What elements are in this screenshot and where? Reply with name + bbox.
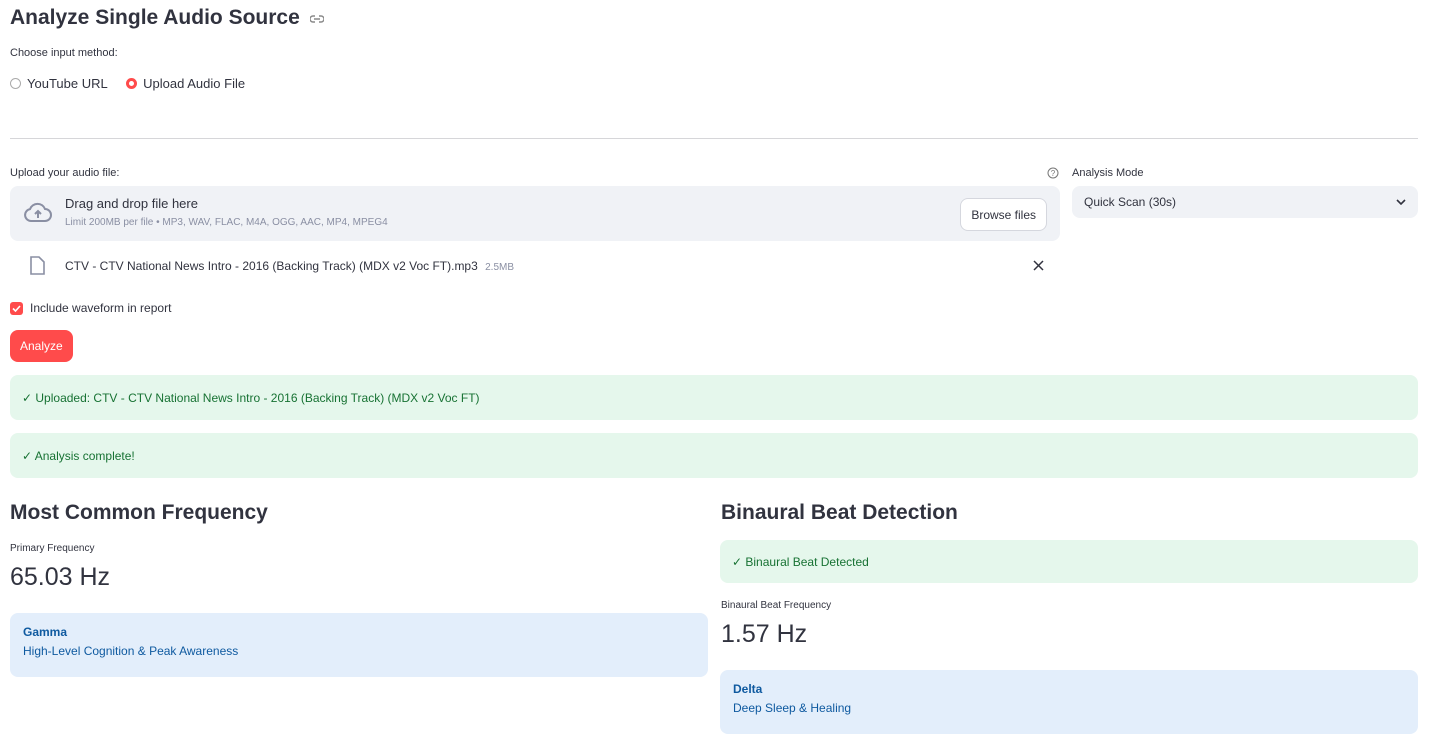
analysis-complete-alert: ✓ Analysis complete! bbox=[10, 433, 1418, 478]
include-waveform-checkbox[interactable]: Include waveform in report bbox=[10, 301, 171, 315]
primary-frequency-value: 65.03 Hz bbox=[10, 563, 111, 591]
file-icon bbox=[30, 256, 45, 275]
upload-limit-text: Limit 200MB per file • MP3, WAV, FLAC, M… bbox=[65, 217, 388, 228]
link-icon[interactable] bbox=[309, 14, 325, 24]
radio-circle bbox=[10, 78, 21, 89]
checkbox-label: Include waveform in report bbox=[30, 301, 172, 315]
binaural-frequency-value: 1.57 Hz bbox=[721, 620, 808, 648]
radio-label: YouTube URL bbox=[27, 76, 108, 91]
radio-label: Upload Audio File bbox=[143, 76, 246, 91]
radio-upload-audio-file[interactable]: Upload Audio File bbox=[126, 76, 245, 91]
binaural-band-info: Delta Deep Sleep & Healing bbox=[720, 670, 1418, 734]
band-description: High-Level Cognition & Peak Awareness bbox=[23, 644, 239, 658]
checkbox-checked-icon bbox=[10, 301, 23, 315]
analysis-mode-label: Analysis Mode bbox=[1072, 167, 1144, 179]
chevron-down-icon bbox=[1396, 199, 1406, 205]
file-name: CTV - CTV National News Intro - 2016 (Ba… bbox=[65, 259, 478, 273]
uploader-label: Upload your audio file: bbox=[10, 167, 120, 179]
remove-file-icon[interactable] bbox=[1033, 260, 1044, 271]
uploaded-file: CTV - CTV National News Intro - 2016 (Ba… bbox=[65, 259, 514, 273]
drag-drop-text: Drag and drop file here bbox=[65, 196, 198, 211]
binaural-detected-alert: ✓ Binaural Beat Detected bbox=[720, 540, 1418, 583]
file-dropzone[interactable]: Drag and drop file here Limit 200MB per … bbox=[10, 186, 1060, 241]
uploaded-success-alert: ✓ Uploaded: CTV - CTV National News Intr… bbox=[10, 375, 1418, 420]
analysis-mode-select[interactable]: Quick Scan (30s) bbox=[1072, 186, 1418, 218]
band-description: Deep Sleep & Healing bbox=[733, 701, 852, 715]
file-size: 2.5MB bbox=[485, 262, 515, 273]
help-icon[interactable]: ? bbox=[1047, 167, 1059, 179]
svg-text:?: ? bbox=[1051, 169, 1056, 178]
binaural-heading: Binaural Beat Detection bbox=[721, 501, 958, 524]
input-method-radio-group: YouTube URL Upload Audio File bbox=[10, 76, 259, 94]
frequency-heading: Most Common Frequency bbox=[10, 501, 268, 524]
band-name: Delta bbox=[733, 682, 763, 696]
band-name: Gamma bbox=[23, 625, 68, 639]
divider bbox=[10, 138, 1418, 139]
radio-circle bbox=[126, 78, 138, 89]
radio-youtube-url[interactable]: YouTube URL bbox=[10, 76, 108, 91]
analyze-button[interactable]: Analyze bbox=[10, 330, 73, 362]
cloud-upload-icon bbox=[24, 202, 52, 222]
analysis-mode-value: Quick Scan (30s) bbox=[1084, 195, 1177, 209]
frequency-band-info: Gamma High-Level Cognition & Peak Awaren… bbox=[10, 613, 708, 677]
page-title: Analyze Single Audio Source bbox=[10, 6, 325, 30]
browse-files-button[interactable]: Browse files bbox=[960, 198, 1047, 231]
primary-frequency-label: Primary Frequency bbox=[10, 543, 95, 554]
binaural-frequency-label: Binaural Beat Frequency bbox=[721, 600, 832, 611]
input-method-label: Choose input method: bbox=[10, 47, 118, 59]
